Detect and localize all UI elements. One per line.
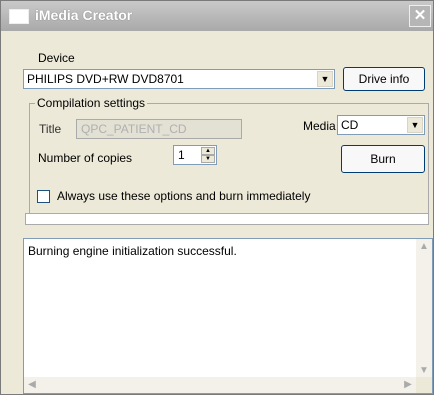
- drive-info-button[interactable]: Drive info: [343, 67, 425, 91]
- media-select[interactable]: CD ▼: [337, 115, 425, 135]
- media-select-value: CD: [341, 118, 359, 132]
- burn-progress-bar: [25, 213, 429, 225]
- arrow-up-icon[interactable]: ▲: [416, 239, 432, 255]
- media-label: Media: [303, 119, 336, 133]
- window-title: iMedia Creator: [35, 7, 133, 23]
- app-icon: [9, 9, 29, 24]
- log-line: Burning engine initialization successful…: [28, 244, 237, 258]
- device-select[interactable]: PHILIPS DVD+RW DVD8701 ▼: [23, 69, 335, 89]
- vertical-scrollbar[interactable]: ▲ ▼: [416, 239, 432, 379]
- scrollbar-corner: [416, 377, 432, 393]
- compilation-settings-legend: Compilation settings: [35, 96, 148, 110]
- always-use-label: Always use these options and burn immedi…: [57, 189, 311, 203]
- copies-value: 1: [178, 148, 185, 162]
- arrow-right-icon[interactable]: ▶: [400, 377, 416, 393]
- arrow-up-icon[interactable]: ▲: [201, 147, 215, 155]
- device-label: Device: [38, 51, 75, 65]
- app-window: iMedia Creator ✕ Device PHILIPS DVD+RW D…: [0, 0, 434, 395]
- arrow-left-icon[interactable]: ◀: [24, 377, 40, 393]
- copies-stepper[interactable]: 1 ▲ ▼: [173, 145, 217, 165]
- horizontal-scrollbar[interactable]: ◀ ▶: [24, 377, 416, 393]
- chevron-down-icon[interactable]: ▼: [407, 117, 423, 133]
- device-select-value: PHILIPS DVD+RW DVD8701: [27, 72, 184, 86]
- title-label: Title: [39, 122, 62, 136]
- always-use-checkbox[interactable]: [37, 190, 50, 203]
- close-button[interactable]: ✕: [409, 5, 431, 27]
- arrow-down-icon[interactable]: ▼: [201, 155, 215, 163]
- title-bar[interactable]: iMedia Creator ✕: [1, 1, 433, 31]
- log-area[interactable]: Burning engine initialization successful…: [23, 238, 433, 394]
- burn-button[interactable]: Burn: [341, 145, 425, 173]
- title-input[interactable]: QPC_PATIENT_CD: [76, 119, 242, 139]
- close-icon: ✕: [413, 7, 427, 24]
- chevron-down-icon[interactable]: ▼: [317, 71, 333, 87]
- copies-label: Number of copies: [38, 151, 133, 165]
